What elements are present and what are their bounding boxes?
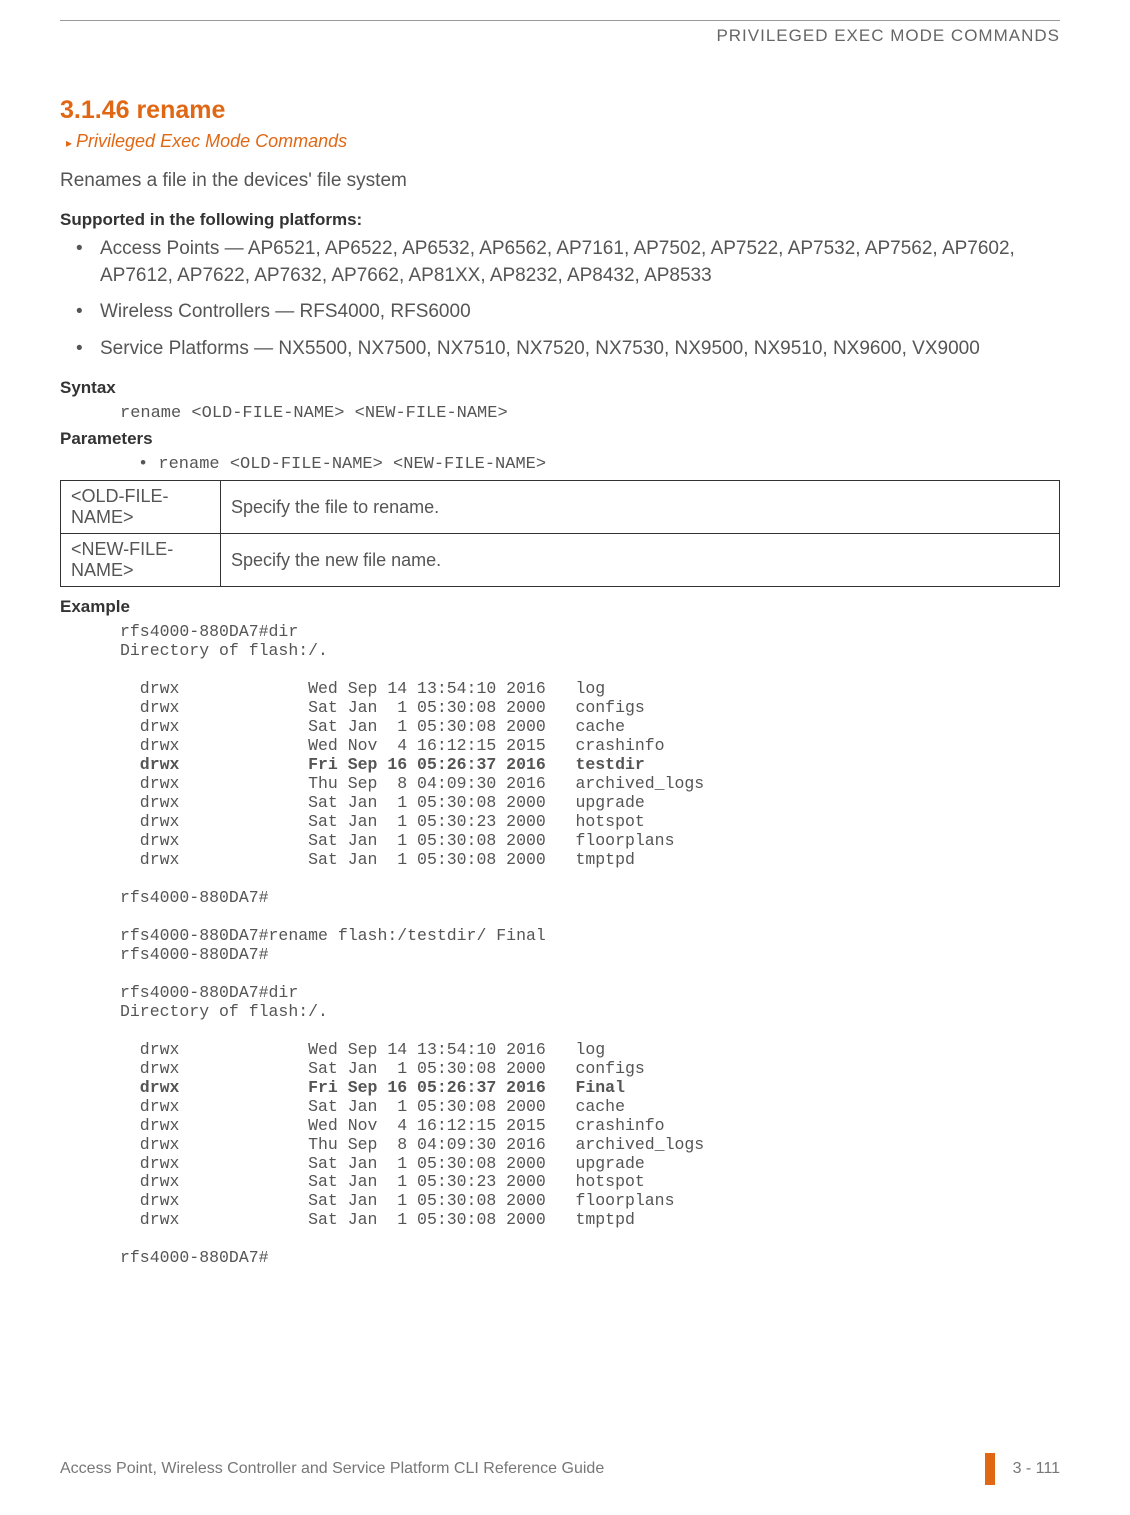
footer-guide-title: Access Point, Wireless Controller and Se…: [60, 1460, 604, 1478]
param-name: <NEW-FILE-NAME>: [61, 534, 221, 587]
footer-accent-mark: [985, 1453, 995, 1485]
table-row: <OLD-FILE-NAME> Specify the file to rena…: [61, 481, 1060, 534]
syntax-code: rename <OLD-FILE-NAME> <NEW-FILE-NAME>: [120, 404, 1060, 423]
syntax-heading: Syntax: [60, 378, 1060, 398]
param-desc: Specify the new file name.: [221, 534, 1060, 587]
header-rule: [60, 20, 1060, 21]
running-header: PRIVILEGED EXEC MODE COMMANDS: [60, 26, 1060, 46]
parameters-bullet: • rename <OLD-FILE-NAME> <NEW-FILE-NAME>: [138, 455, 1060, 474]
platform-item: Wireless Controllers — RFS4000, RFS6000: [100, 299, 1060, 326]
example-heading: Example: [60, 597, 1060, 617]
platforms-heading: Supported in the following platforms:: [60, 210, 1060, 230]
footer-page-number: 3 - 111: [1013, 1460, 1060, 1478]
param-desc: Specify the file to rename.: [221, 481, 1060, 534]
platforms-list: Access Points — AP6521, AP6522, AP6532, …: [60, 236, 1060, 362]
table-row: <NEW-FILE-NAME> Specify the new file nam…: [61, 534, 1060, 587]
parameters-heading: Parameters: [60, 429, 1060, 449]
parameters-table: <OLD-FILE-NAME> Specify the file to rena…: [60, 480, 1060, 587]
section-description: Renames a file in the devices' file syst…: [60, 170, 1060, 192]
breadcrumb: Privileged Exec Mode Commands: [66, 131, 1060, 152]
param-name: <OLD-FILE-NAME>: [61, 481, 221, 534]
page-footer: Access Point, Wireless Controller and Se…: [60, 1453, 1060, 1485]
footer-page-container: 3 - 111: [985, 1453, 1060, 1485]
platform-item: Access Points — AP6521, AP6522, AP6532, …: [100, 236, 1060, 289]
platform-item: Service Platforms — NX5500, NX7500, NX75…: [100, 336, 1060, 363]
section-title: 3.1.46 rename: [60, 96, 1060, 125]
example-output: rfs4000-880DA7#dir Directory of flash:/.…: [120, 623, 1060, 1268]
